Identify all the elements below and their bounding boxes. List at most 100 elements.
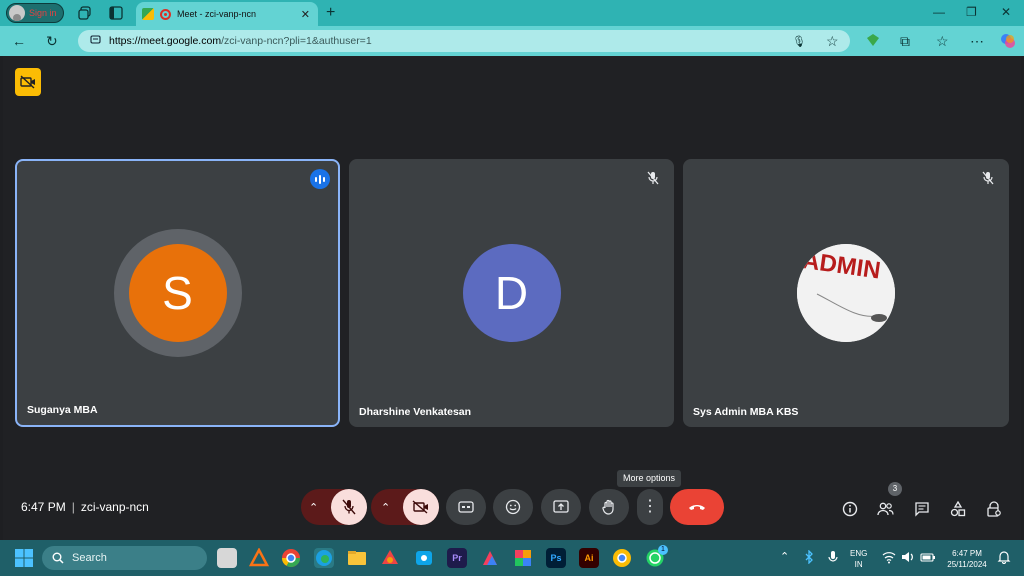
mic-toggle-button[interactable] bbox=[331, 489, 367, 525]
lang-region: IN bbox=[854, 560, 863, 569]
volume-icon[interactable] bbox=[901, 550, 915, 564]
close-tab-icon[interactable]: ✕ bbox=[301, 8, 310, 21]
app-icon-red[interactable] bbox=[480, 548, 500, 568]
raise-hand-button[interactable] bbox=[589, 489, 629, 525]
emoji-reactions-button[interactable] bbox=[493, 489, 533, 525]
mic-muted-icon bbox=[644, 169, 662, 187]
minimize-icon[interactable]: — bbox=[933, 5, 945, 19]
url-path: /zci-vanp-ncn?pli=1&authuser=1 bbox=[221, 35, 372, 47]
participant-avatar: D bbox=[462, 244, 561, 342]
emoji-icon bbox=[505, 499, 521, 515]
video-settings-chevron-icon[interactable]: ⌃ bbox=[381, 501, 390, 514]
app-icon-orange[interactable] bbox=[248, 547, 270, 568]
meet-stage: S Suganya MBA D Dharshine Venkatesan ADM… bbox=[3, 56, 1021, 540]
chrome-profile-icon[interactable] bbox=[612, 548, 632, 568]
captions-button[interactable] bbox=[446, 489, 486, 525]
profile-signin-button[interactable]: Sign in bbox=[6, 3, 64, 23]
favorite-star-icon[interactable]: ☆ bbox=[826, 33, 839, 49]
browser-tab-strip: Sign in Meet - zci-vanp-ncn ✕ + — ❐ ✕ bbox=[0, 0, 1024, 26]
meet-favicon-icon bbox=[142, 8, 154, 20]
bluetooth-icon[interactable] bbox=[802, 549, 816, 565]
search-icon bbox=[52, 552, 64, 564]
address-bar[interactable]: https://meet.google.com/zci-vanp-ncn?pli… bbox=[78, 30, 850, 52]
host-controls-button[interactable] bbox=[985, 500, 1003, 518]
back-arrow-icon[interactable]: ← bbox=[12, 33, 26, 49]
start-windows-icon[interactable] bbox=[14, 548, 34, 568]
workspaces-icon[interactable] bbox=[78, 6, 92, 20]
present-screen-button[interactable] bbox=[541, 489, 581, 525]
favorites-icon[interactable]: ☆ bbox=[936, 33, 949, 49]
file-explorer-icon[interactable] bbox=[347, 548, 367, 568]
extensions-icon[interactable]: ⧉ bbox=[900, 33, 910, 49]
more-options-tooltip: More options bbox=[617, 470, 682, 487]
premiere-pro-icon[interactable]: Pr bbox=[447, 548, 467, 568]
restore-icon[interactable]: ❐ bbox=[966, 5, 977, 19]
end-call-icon bbox=[689, 505, 705, 510]
signin-label: Sign in bbox=[29, 8, 57, 18]
recording-indicator-icon bbox=[160, 8, 171, 20]
extension-gem-icon[interactable] bbox=[866, 33, 880, 50]
profile-avatar-icon bbox=[9, 5, 25, 21]
photoshop-icon[interactable]: Ps bbox=[546, 548, 566, 568]
participant-tile[interactable]: D Dharshine Venkatesan bbox=[349, 159, 674, 427]
people-button[interactable] bbox=[877, 500, 895, 518]
participant-name: Dharshine Venkatesan bbox=[359, 406, 472, 418]
taskbar-date: 25/11/2024 bbox=[947, 560, 987, 569]
more-options-button[interactable]: ⋮ bbox=[637, 489, 663, 525]
tab-actions-icon[interactable] bbox=[109, 6, 123, 20]
task-view-icon[interactable] bbox=[217, 548, 237, 568]
windows-taskbar: Search Pr Ps Ai 1 ⌃ ENG IN 6:47 PM 25/11/2… bbox=[0, 540, 1024, 576]
site-info-icon[interactable] bbox=[90, 34, 101, 48]
read-aloud-icon[interactable]: 🎙 bbox=[792, 34, 806, 50]
app-icon-blue[interactable] bbox=[414, 548, 434, 568]
speaking-indicator-icon bbox=[310, 169, 330, 189]
notification-bell-icon[interactable] bbox=[997, 550, 1011, 565]
divider: | bbox=[71, 500, 75, 514]
people-icon bbox=[877, 502, 894, 516]
new-tab-button[interactable]: + bbox=[326, 4, 335, 22]
taskbar-search[interactable]: Search bbox=[42, 546, 207, 570]
camera-off-indicator-icon[interactable] bbox=[15, 68, 41, 96]
taskbar-time: 6:47 PM bbox=[952, 549, 982, 558]
participant-profile-picture: ADMIN bbox=[797, 244, 895, 342]
chrome-icon[interactable] bbox=[281, 548, 301, 568]
photos-icon[interactable] bbox=[513, 548, 533, 568]
people-count-badge: 3 bbox=[888, 482, 902, 496]
meeting-info: 6:47 PM | zci-vanp-ncn bbox=[21, 500, 149, 514]
url-host: https://meet.google.com bbox=[109, 35, 222, 47]
more-vert-icon: ⋮ bbox=[642, 498, 658, 515]
refresh-icon[interactable]: ↻ bbox=[46, 33, 58, 49]
tray-chevron-icon[interactable]: ⌃ bbox=[780, 552, 789, 563]
participant-name: Suganya MBA bbox=[27, 404, 98, 416]
audio-settings-chevron-icon[interactable]: ⌃ bbox=[309, 501, 318, 514]
camera-off-icon bbox=[412, 500, 428, 514]
meeting-details-button[interactable] bbox=[841, 500, 859, 518]
leave-call-button[interactable] bbox=[670, 489, 724, 525]
edge-icon[interactable] bbox=[314, 548, 334, 568]
more-menu-icon[interactable]: ⋯ bbox=[970, 33, 984, 49]
activities-button[interactable] bbox=[949, 500, 967, 518]
participant-tile[interactable]: ADMIN Sys Admin MBA KBS bbox=[683, 159, 1009, 427]
taskbar-clock[interactable]: 6:47 PM 25/11/2024 bbox=[942, 548, 992, 570]
camera-toggle-button[interactable] bbox=[403, 489, 439, 525]
app-icon-shapes[interactable] bbox=[380, 548, 400, 568]
copilot-icon[interactable] bbox=[1000, 33, 1016, 52]
microphone-tray-icon[interactable] bbox=[826, 550, 840, 564]
wifi-icon[interactable] bbox=[882, 550, 896, 564]
mic-muted-icon bbox=[979, 169, 997, 187]
url-text: https://meet.google.com/zci-vanp-ncn?pli… bbox=[109, 35, 372, 47]
chat-icon bbox=[915, 502, 929, 517]
captions-icon bbox=[458, 501, 474, 513]
language-indicator[interactable]: ENG IN bbox=[850, 548, 867, 570]
battery-icon[interactable] bbox=[920, 550, 936, 564]
illustrator-icon[interactable]: Ai bbox=[579, 548, 599, 568]
tab-title: Meet - zci-vanp-ncn bbox=[177, 9, 257, 19]
participant-tile[interactable]: S Suganya MBA bbox=[15, 159, 340, 427]
present-icon bbox=[553, 500, 569, 513]
chat-button[interactable] bbox=[913, 500, 931, 518]
tab-meet[interactable]: Meet - zci-vanp-ncn ✕ bbox=[136, 2, 318, 26]
meeting-code: zci-vanp-ncn bbox=[80, 500, 149, 514]
close-window-icon[interactable]: ✕ bbox=[1001, 5, 1011, 19]
participant-name: Sys Admin MBA KBS bbox=[693, 406, 799, 418]
mic-off-icon bbox=[342, 499, 356, 515]
